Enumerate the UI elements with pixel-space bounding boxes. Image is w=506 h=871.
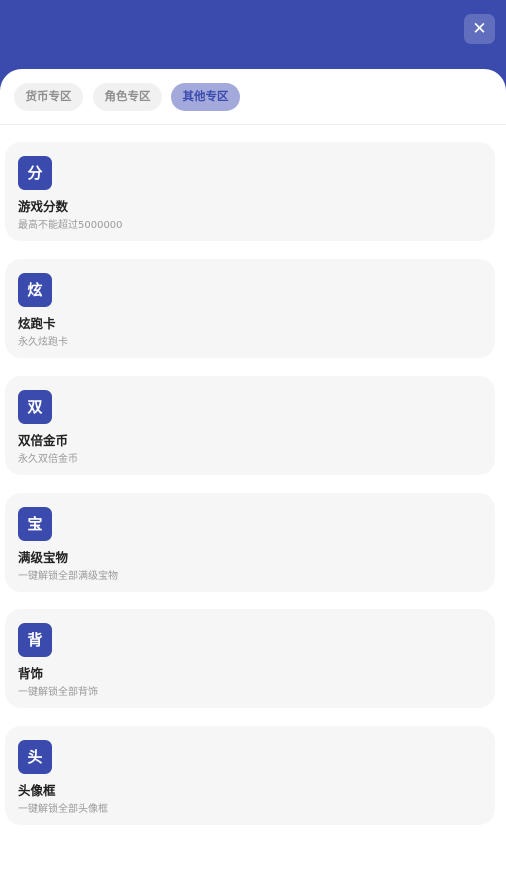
item-card-max-treasure[interactable]: 宝 满级宝物 一键解锁全部满级宝物: [5, 493, 495, 592]
back-accessory-icon: 背: [18, 623, 52, 657]
item-title: 炫跑卡: [18, 316, 56, 331]
close-icon: ✕: [472, 19, 487, 39]
item-title: 头像框: [18, 783, 56, 798]
item-description: 一键解锁全部满级宝物: [18, 571, 118, 582]
item-title: 游戏分数: [18, 199, 69, 214]
item-card-double-coins[interactable]: 双 双倍金币 永久双倍金币: [5, 376, 495, 475]
tab-other[interactable]: 其他专区: [171, 83, 240, 111]
item-description: 一键解锁全部头像框: [18, 804, 108, 815]
close-button[interactable]: ✕: [464, 14, 495, 44]
item-description: 一键解锁全部背饰: [18, 687, 98, 698]
double-coins-icon: 双: [18, 390, 52, 424]
item-title: 背饰: [18, 666, 44, 681]
item-description: 最高不能超过5000000: [18, 220, 123, 231]
item-description: 永久炫跑卡: [18, 337, 68, 348]
avatar-frame-icon: 头: [18, 740, 52, 774]
item-card-game-score[interactable]: 分 游戏分数 最高不能超过5000000: [5, 142, 495, 241]
item-card-back-accessory[interactable]: 背 背饰 一键解锁全部背饰: [5, 609, 495, 708]
item-title: 满级宝物: [18, 550, 69, 565]
tab-character[interactable]: 角色专区: [93, 83, 162, 111]
tab-currency[interactable]: 货币专区: [14, 83, 83, 111]
item-card-avatar-frame[interactable]: 头 头像框 一键解锁全部头像框: [5, 726, 495, 825]
treasure-icon: 宝: [18, 507, 52, 541]
category-tabs: 货币专区 角色专区 其他专区: [0, 69, 506, 125]
item-description: 永久双倍金币: [18, 454, 78, 465]
item-card-run-card[interactable]: 炫 炫跑卡 永久炫跑卡: [5, 259, 495, 358]
run-card-icon: 炫: [18, 273, 52, 307]
score-icon: 分: [18, 156, 52, 190]
bottom-sheet: 货币专区 角色专区 其他专区 分 游戏分数 最高不能超过5000000 炫 炫跑…: [0, 69, 506, 871]
item-title: 双倍金币: [18, 433, 69, 448]
